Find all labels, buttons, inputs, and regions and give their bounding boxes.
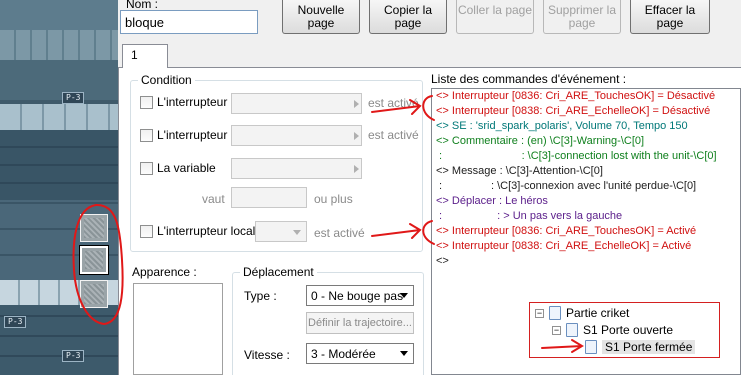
type-dropdown[interactable]: 0 - Ne bouge pas <box>306 285 414 306</box>
local-switch-label: L'interrupteur local <box>157 224 256 238</box>
command-line[interactable]: <> Commentaire : (en) \C[3]-Warning-\C[0… <box>432 134 740 149</box>
switch2-checkbox[interactable] <box>140 128 153 142</box>
map-wall-tiles <box>0 30 118 60</box>
variable-select[interactable] <box>231 158 362 179</box>
copy-page-button[interactable]: Copier la page <box>369 0 447 34</box>
chevron-down-icon <box>400 351 408 356</box>
command-line[interactable]: : : \C[3]-connection lost with the unit-… <box>432 149 740 164</box>
switch1-checkbox[interactable] <box>140 95 153 109</box>
map-floor-tiles <box>0 130 118 200</box>
speed-dropdown-value: 3 - Modérée <box>311 347 376 361</box>
collapse-icon[interactable]: − <box>535 308 544 318</box>
collapse-icon[interactable]: − <box>552 325 561 335</box>
speed-dropdown[interactable]: 3 - Modérée <box>306 343 414 364</box>
appearance-graphic-box[interactable] <box>133 283 223 375</box>
event-tile[interactable] <box>80 214 108 242</box>
switch1-status: est activé <box>368 96 419 110</box>
chevron-down-icon <box>400 293 408 298</box>
type-label: Type : <box>244 289 277 303</box>
page-icon <box>585 340 597 354</box>
command-line[interactable]: : : \C[3]-connexion avec l'unité perdue-… <box>432 179 740 194</box>
switch2-label: L'interrupteur <box>157 128 228 142</box>
map-wall-tiles <box>0 60 118 100</box>
variable-suffix: ou plus <box>314 192 353 206</box>
command-line[interactable]: <> Interrupteur [0836: Cri_ARE_TouchesOK… <box>432 89 740 104</box>
condition-legend: Condition <box>138 73 195 87</box>
command-line[interactable]: <> Interrupteur [0838: Cri_ARE_EchelleOK… <box>432 239 740 254</box>
paste-page-button[interactable]: Coller la page <box>456 0 534 34</box>
tab-page-1[interactable]: 1 <box>122 44 168 68</box>
variable-label: La variable <box>157 161 216 175</box>
command-line[interactable]: <> Déplacer : Le héros <box>432 194 740 209</box>
clear-page-button[interactable]: Effacer la page <box>630 0 710 34</box>
switch2-status: est activé <box>368 128 419 142</box>
command-list-title: Liste des commandes d'événement : <box>431 72 627 86</box>
name-label: Nom : <box>126 0 159 8</box>
local-switch-checkbox-row[interactable]: L'interrupteur local <box>140 224 255 238</box>
map-room-label: P-3 <box>4 316 27 328</box>
selected-event-tile[interactable] <box>79 245 109 275</box>
command-line[interactable]: <> Interrupteur [0836: Cri_ARE_TouchesOK… <box>432 224 740 239</box>
switch1-label: L'interrupteur <box>157 95 228 109</box>
tree-node-root[interactable]: − Partie criket <box>535 305 629 321</box>
command-line[interactable]: <> Interrupteur [0838: Cri_ARE_EchelleOK… <box>432 104 740 119</box>
tree-node-label: S1 Porte ouverte <box>583 323 674 337</box>
map-wall-tiles <box>0 104 118 130</box>
variable-checkbox[interactable] <box>140 161 153 175</box>
variable-value-label: vaut <box>202 192 225 206</box>
type-dropdown-value: 0 - Ne bouge pas <box>311 289 404 303</box>
switch2-select[interactable] <box>231 125 362 146</box>
chevron-right-icon <box>354 165 359 173</box>
new-page-button[interactable]: Nouvelle page <box>282 0 360 34</box>
tree-node-label: S1 Porte fermée <box>602 340 696 354</box>
event-name-input[interactable] <box>120 10 258 34</box>
tree-node-label: Partie criket <box>566 306 630 320</box>
local-switch-status: est activé <box>314 226 365 240</box>
page-icon <box>566 323 578 337</box>
define-route-button[interactable]: Définir la trajectoire... <box>306 312 414 334</box>
switch1-select[interactable] <box>231 93 362 114</box>
tree-node-grandchild[interactable]: S1 Porte fermée <box>585 339 696 355</box>
local-switch-select[interactable] <box>255 221 307 242</box>
appearance-label: Apparence : <box>132 265 197 279</box>
chevron-right-icon <box>354 132 359 140</box>
map-room-label: P-3 <box>62 92 85 104</box>
chevron-down-icon <box>293 230 301 235</box>
variable-checkbox-row[interactable]: La variable <box>140 161 216 175</box>
event-tree-panel: − Partie criket − S1 Porte ouverte S1 Po… <box>529 302 720 358</box>
event-tile[interactable] <box>80 280 108 308</box>
variable-value-input[interactable] <box>231 187 307 208</box>
command-line[interactable]: <> Message : \C[3]-Attention-\C[0] <box>432 164 740 179</box>
speed-label: Vitesse : <box>244 348 290 362</box>
movement-legend: Déplacement <box>240 265 317 279</box>
command-line[interactable]: : : > Un pas vers la gauche <box>432 209 740 224</box>
command-line[interactable]: <> SE : 'srid_spark_polaris', Volume 70,… <box>432 119 740 134</box>
map-preview[interactable]: P-3 P-3 P-3 P-3 <box>0 0 118 375</box>
map-wall-tiles <box>0 0 118 30</box>
delete-page-button[interactable]: Supprimer la page <box>543 0 621 34</box>
chevron-right-icon <box>354 100 359 108</box>
command-line[interactable]: <> <box>432 254 740 269</box>
local-switch-checkbox[interactable] <box>140 224 153 238</box>
page-icon <box>549 306 561 320</box>
tree-node-child[interactable]: − S1 Porte ouverte <box>552 322 673 338</box>
switch2-checkbox-row[interactable]: L'interrupteur <box>140 128 227 142</box>
switch1-checkbox-row[interactable]: L'interrupteur <box>140 95 227 109</box>
map-room-label: P-3 <box>62 350 85 362</box>
